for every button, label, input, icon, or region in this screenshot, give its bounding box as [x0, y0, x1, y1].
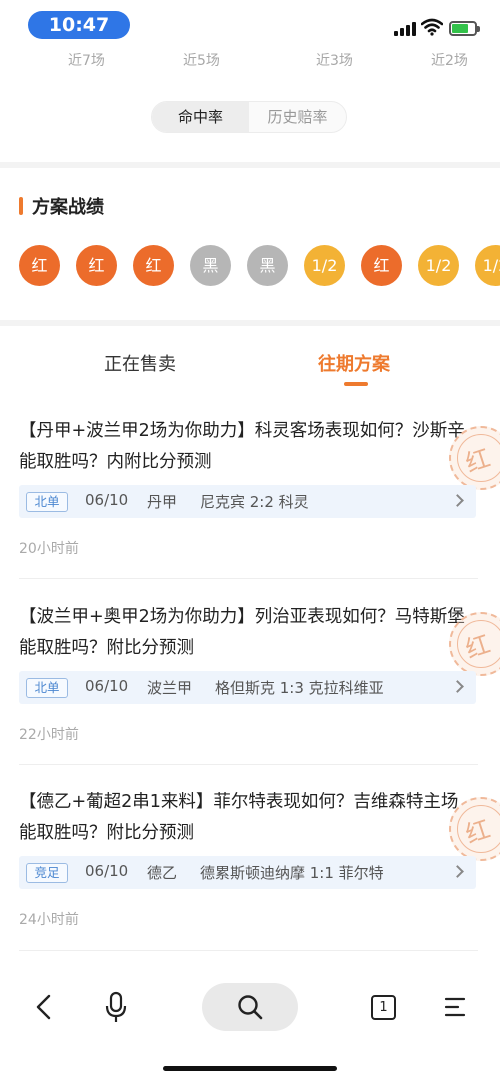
result-badge: 红: [76, 245, 117, 286]
match-date: 06/10: [85, 862, 129, 880]
status-bar: 10:47: [0, 0, 500, 48]
result-badge: 黑: [247, 245, 288, 286]
section-accent-bar: [19, 197, 23, 215]
result-badge: 1/2: [475, 245, 500, 286]
chevron-right-icon: [451, 494, 464, 507]
status-time: 10:47: [28, 11, 130, 39]
match-info[interactable]: 北单 06/10 波兰甲 格但斯克 1:3 克拉科维亚: [19, 671, 476, 704]
lottery-tag: 竞足: [26, 863, 68, 883]
match-league: 德乙: [147, 864, 178, 882]
record-title: 方案战绩: [32, 197, 104, 218]
wifi-icon: [421, 18, 443, 36]
rate-toggle: 命中率 历史赔率: [151, 101, 347, 133]
match-teams: 尼克宾 2:2 科灵: [200, 493, 309, 511]
result-badge: 红: [19, 245, 60, 286]
post-time: 20小时前: [19, 541, 79, 557]
tabs-count-button[interactable]: 1: [371, 995, 396, 1020]
hit-rate-button[interactable]: 命中率: [152, 102, 249, 132]
result-badge: 1/2: [304, 245, 345, 286]
match-league: 丹甲: [147, 493, 178, 511]
recent-tab-3[interactable]: 近3场: [316, 50, 353, 70]
home-indicator: [163, 1066, 337, 1071]
recent-tab-5[interactable]: 近5场: [183, 50, 220, 70]
section-divider: [0, 162, 500, 168]
list-separator: [19, 950, 478, 951]
result-badge: 红: [133, 245, 174, 286]
result-badge: 1/2: [418, 245, 459, 286]
plan-title: 【波兰甲+奥甲2场为你助力】列治亚表现如何？马特斯堡能取胜吗？附比分预测: [19, 607, 465, 658]
plan-title: 【德乙+葡超2串1来料】菲尔特表现如何？吉维森特主场能取胜吗？附比分预测: [19, 792, 459, 843]
recent-tab-2[interactable]: 近2场: [431, 50, 468, 70]
lottery-tag: 北单: [26, 492, 68, 512]
lottery-tag: 北单: [26, 678, 68, 698]
microphone-icon[interactable]: [104, 991, 128, 1025]
chevron-right-icon: [451, 865, 464, 878]
red-stamp-icon: 红: [449, 797, 500, 861]
match-date: 06/10: [85, 677, 129, 695]
match-teams: 德累斯顿迪纳摩 1:1 菲尔特: [200, 864, 384, 882]
result-badge: 红: [361, 245, 402, 286]
browser-toolbar: 1: [0, 975, 500, 1045]
menu-icon[interactable]: [444, 996, 466, 1018]
match-info[interactable]: 北单 06/10 丹甲 尼克宾 2:2 科灵: [19, 485, 476, 518]
battery-icon: [449, 21, 480, 36]
record-results: 红 红 红 黑 黑 1/2 红 1/2 1/2: [19, 245, 500, 287]
tabs-count: 1: [379, 1000, 388, 1015]
section-divider: [0, 320, 500, 326]
chevron-right-icon: [451, 680, 464, 693]
search-icon: [238, 995, 263, 1020]
post-time: 22小时前: [19, 727, 79, 743]
match-teams: 格但斯克 1:3 克拉科维亚: [215, 679, 384, 697]
plan-title: 【丹甲+波兰甲2场为你助力】科灵客场表现如何？沙斯辛能取胜吗？内附比分预测: [19, 421, 465, 472]
result-badge: 黑: [190, 245, 231, 286]
search-button[interactable]: [202, 983, 298, 1031]
red-stamp-icon: 红: [449, 426, 500, 490]
red-stamp-icon: 红: [449, 612, 500, 676]
post-time: 24小时前: [19, 912, 79, 928]
list-separator: [19, 578, 478, 579]
tab-past-plans[interactable]: 往期方案: [318, 350, 390, 376]
back-icon[interactable]: [32, 993, 54, 1021]
tab-current-sale[interactable]: 正在售卖: [104, 350, 176, 376]
signal-icon: [394, 22, 416, 36]
list-separator: [19, 764, 478, 765]
recent-tabs: 近7场 近5场 近3场 近2场: [0, 50, 500, 72]
match-info[interactable]: 竞足 06/10 德乙 德累斯顿迪纳摩 1:1 菲尔特: [19, 856, 476, 889]
match-date: 06/10: [85, 491, 129, 509]
tab-active-indicator: [344, 382, 368, 386]
recent-tab-7[interactable]: 近7场: [68, 50, 105, 70]
history-odds-button[interactable]: 历史赔率: [249, 102, 346, 132]
match-league: 波兰甲: [147, 679, 193, 697]
